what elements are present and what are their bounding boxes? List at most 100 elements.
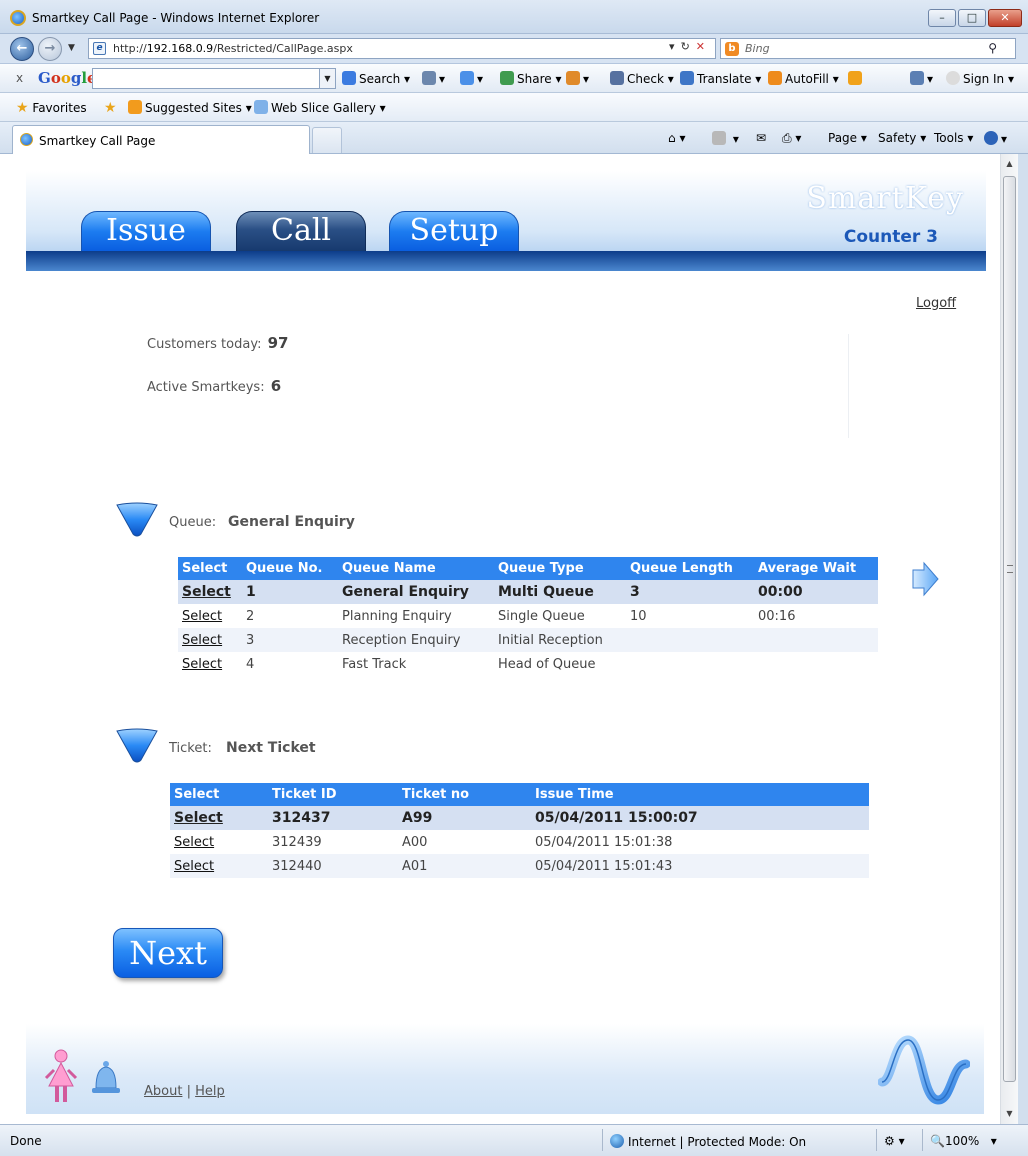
select-link[interactable]: Select bbox=[170, 806, 268, 830]
table-row[interactable]: Select 3 Reception Enquiry Initial Recep… bbox=[178, 628, 878, 652]
select-link[interactable]: Select bbox=[178, 652, 242, 676]
footer-separator: | bbox=[186, 1084, 191, 1099]
scroll-up-arrow-icon[interactable]: ▲ bbox=[1001, 156, 1018, 172]
search-icon[interactable]: ⚲ bbox=[988, 41, 997, 55]
search-box[interactable]: b Bing ⚲ bbox=[720, 38, 1016, 59]
average-wait: 00:00 bbox=[754, 580, 878, 604]
queue-collapse-chevron-icon[interactable] bbox=[114, 501, 160, 537]
about-link[interactable]: About bbox=[144, 1084, 182, 1099]
url-dropdown-icon[interactable]: ▾ bbox=[669, 40, 681, 53]
queue-name: Planning Enquiry bbox=[342, 608, 452, 624]
select-link[interactable]: Select bbox=[178, 604, 242, 628]
header-band bbox=[26, 251, 986, 271]
new-tab-button[interactable] bbox=[312, 127, 342, 153]
scroll-down-arrow-icon[interactable]: ▼ bbox=[1001, 1106, 1018, 1122]
url-input[interactable]: e http://192.168.0.9/Restricted/CallPage… bbox=[88, 38, 716, 59]
table-row[interactable]: Select 312440 A01 05/04/2011 15:01:43 bbox=[170, 854, 869, 878]
queue-no: 2 bbox=[246, 608, 255, 624]
queue-name: Reception Enquiry bbox=[338, 628, 494, 652]
col-average-wait: Average Wait bbox=[754, 557, 878, 580]
sign-in-button[interactable]: Sign In ▾ bbox=[946, 71, 1014, 86]
tab-issue[interactable]: Issue bbox=[81, 211, 211, 251]
select-link[interactable]: Select bbox=[170, 830, 268, 854]
minimize-button[interactable]: – bbox=[928, 9, 956, 27]
browser-tab[interactable]: Smartkey Call Page bbox=[12, 125, 310, 154]
zoom-control[interactable]: 🔍100% ▾ bbox=[930, 1134, 997, 1148]
ticket-value: Next Ticket bbox=[226, 740, 316, 756]
table-row[interactable]: Select 4 Fast Track Head of Queue bbox=[178, 652, 878, 676]
footer-links: About | Help bbox=[144, 1084, 225, 1099]
queue-label: Queue: bbox=[169, 515, 217, 530]
translate-button[interactable]: Translate ▾ bbox=[680, 71, 761, 86]
protected-mode-button[interactable]: ⚙ ▾ bbox=[884, 1134, 905, 1148]
add-favorite-button[interactable]: ★ bbox=[104, 100, 117, 116]
tab-call[interactable]: Call bbox=[236, 211, 366, 251]
queue-no: 3 bbox=[242, 628, 338, 652]
web-slice-gallery-button[interactable]: Web Slice Gallery ▾ bbox=[254, 100, 386, 115]
page-menu[interactable]: Page ▾ bbox=[828, 131, 867, 145]
customers-today: Customers today: 97 bbox=[147, 334, 289, 352]
next-page-arrow-icon[interactable] bbox=[910, 561, 940, 597]
back-button[interactable]: ← bbox=[10, 37, 34, 61]
toolbar-close-icon[interactable]: x bbox=[16, 71, 23, 85]
next-button[interactable]: Next bbox=[113, 928, 223, 978]
toolbar-plus[interactable]: ▾ bbox=[460, 71, 483, 86]
refresh-icon[interactable]: ↻ bbox=[681, 40, 696, 53]
mail-button[interactable]: ✉ bbox=[756, 131, 766, 145]
help-menu[interactable]: ▾ bbox=[984, 131, 1007, 146]
suggested-sites-button[interactable]: Suggested Sites ▾ bbox=[128, 100, 252, 115]
favorites-button[interactable]: ★ Favorites bbox=[16, 100, 87, 116]
history-dropdown-icon[interactable]: ▼ bbox=[68, 43, 75, 53]
print-button[interactable]: ⎙ ▾ bbox=[782, 131, 801, 146]
logoff-link[interactable]: Logoff bbox=[916, 296, 956, 311]
highlight-button[interactable] bbox=[848, 71, 865, 86]
issue-time: 05/04/2011 15:00:07 bbox=[531, 806, 869, 830]
customers-today-value: 97 bbox=[267, 334, 289, 352]
counter-label: Counter 3 bbox=[843, 227, 938, 247]
settings-button[interactable]: ▾ bbox=[910, 71, 933, 86]
safety-menu[interactable]: Safety ▾ bbox=[878, 131, 926, 145]
queue-table-header: Select Queue No. Queue Name Queue Type Q… bbox=[178, 557, 878, 580]
pencil-icon bbox=[848, 71, 862, 85]
tab-setup[interactable]: Setup bbox=[389, 211, 519, 251]
security-zone[interactable]: Internet | Protected Mode: On bbox=[610, 1134, 806, 1149]
select-link[interactable]: Select bbox=[178, 580, 242, 604]
ticket-collapse-chevron-icon[interactable] bbox=[114, 727, 160, 763]
table-row[interactable]: Select 2 Planning Enquiry Single Queue 1… bbox=[178, 604, 878, 628]
favorites-bar: ★ Favorites ★ Suggested Sites ▾ Web Slic… bbox=[0, 93, 1028, 122]
brand-logo: SmartKey bbox=[806, 181, 964, 216]
autofill-button[interactable]: AutoFill ▾ bbox=[768, 71, 839, 86]
select-link[interactable]: Select bbox=[178, 628, 242, 652]
bing-icon: b bbox=[725, 42, 739, 56]
stop-icon[interactable]: ✕ bbox=[696, 40, 711, 53]
printer-icon: ⎙ bbox=[782, 131, 792, 145]
page-tools-icon bbox=[422, 71, 436, 85]
chevron-down-icon[interactable]: ▼ bbox=[319, 69, 335, 88]
toolbar-page-tools[interactable]: ▾ bbox=[422, 71, 445, 86]
table-row[interactable]: Select 312439 A00 05/04/2011 15:01:38 bbox=[170, 830, 869, 854]
table-row[interactable]: Select 312437 A99 05/04/2011 15:00:07 bbox=[170, 806, 869, 830]
forward-button[interactable]: → bbox=[38, 37, 62, 61]
help-link[interactable]: Help bbox=[195, 1084, 225, 1099]
home-button[interactable]: ⌂ ▾ bbox=[668, 131, 685, 145]
tools-menu[interactable]: Tools ▾ bbox=[934, 131, 973, 145]
scroll-thumb[interactable] bbox=[1003, 176, 1016, 1082]
col-issue-time: Issue Time bbox=[531, 783, 869, 806]
status-separator bbox=[922, 1129, 923, 1151]
toolbar-bookmarks[interactable]: ▾ bbox=[566, 71, 589, 86]
google-search-button[interactable]: Search ▾ bbox=[342, 71, 410, 86]
check-button[interactable]: Check ▾ bbox=[610, 71, 674, 86]
google-search-input[interactable]: ▼ bbox=[92, 68, 336, 89]
scroll-grip-icon bbox=[1007, 565, 1013, 573]
share-button[interactable]: Share ▾ bbox=[500, 71, 561, 86]
maximize-button[interactable]: □ bbox=[958, 9, 986, 27]
vertical-scrollbar[interactable]: ▲ ▼ bbox=[1000, 154, 1018, 1124]
close-button[interactable]: ✕ bbox=[988, 9, 1022, 27]
average-wait bbox=[754, 652, 878, 676]
table-row[interactable]: Select 1 General Enquiry Multi Queue 3 0… bbox=[178, 580, 878, 604]
select-link[interactable]: Select bbox=[170, 854, 268, 878]
queue-table: Select Queue No. Queue Name Queue Type Q… bbox=[178, 557, 878, 676]
google-logo: Google bbox=[38, 69, 97, 87]
feeds-button[interactable]: ▾ bbox=[712, 131, 739, 146]
shield-icon: ⚙ bbox=[884, 1134, 895, 1148]
